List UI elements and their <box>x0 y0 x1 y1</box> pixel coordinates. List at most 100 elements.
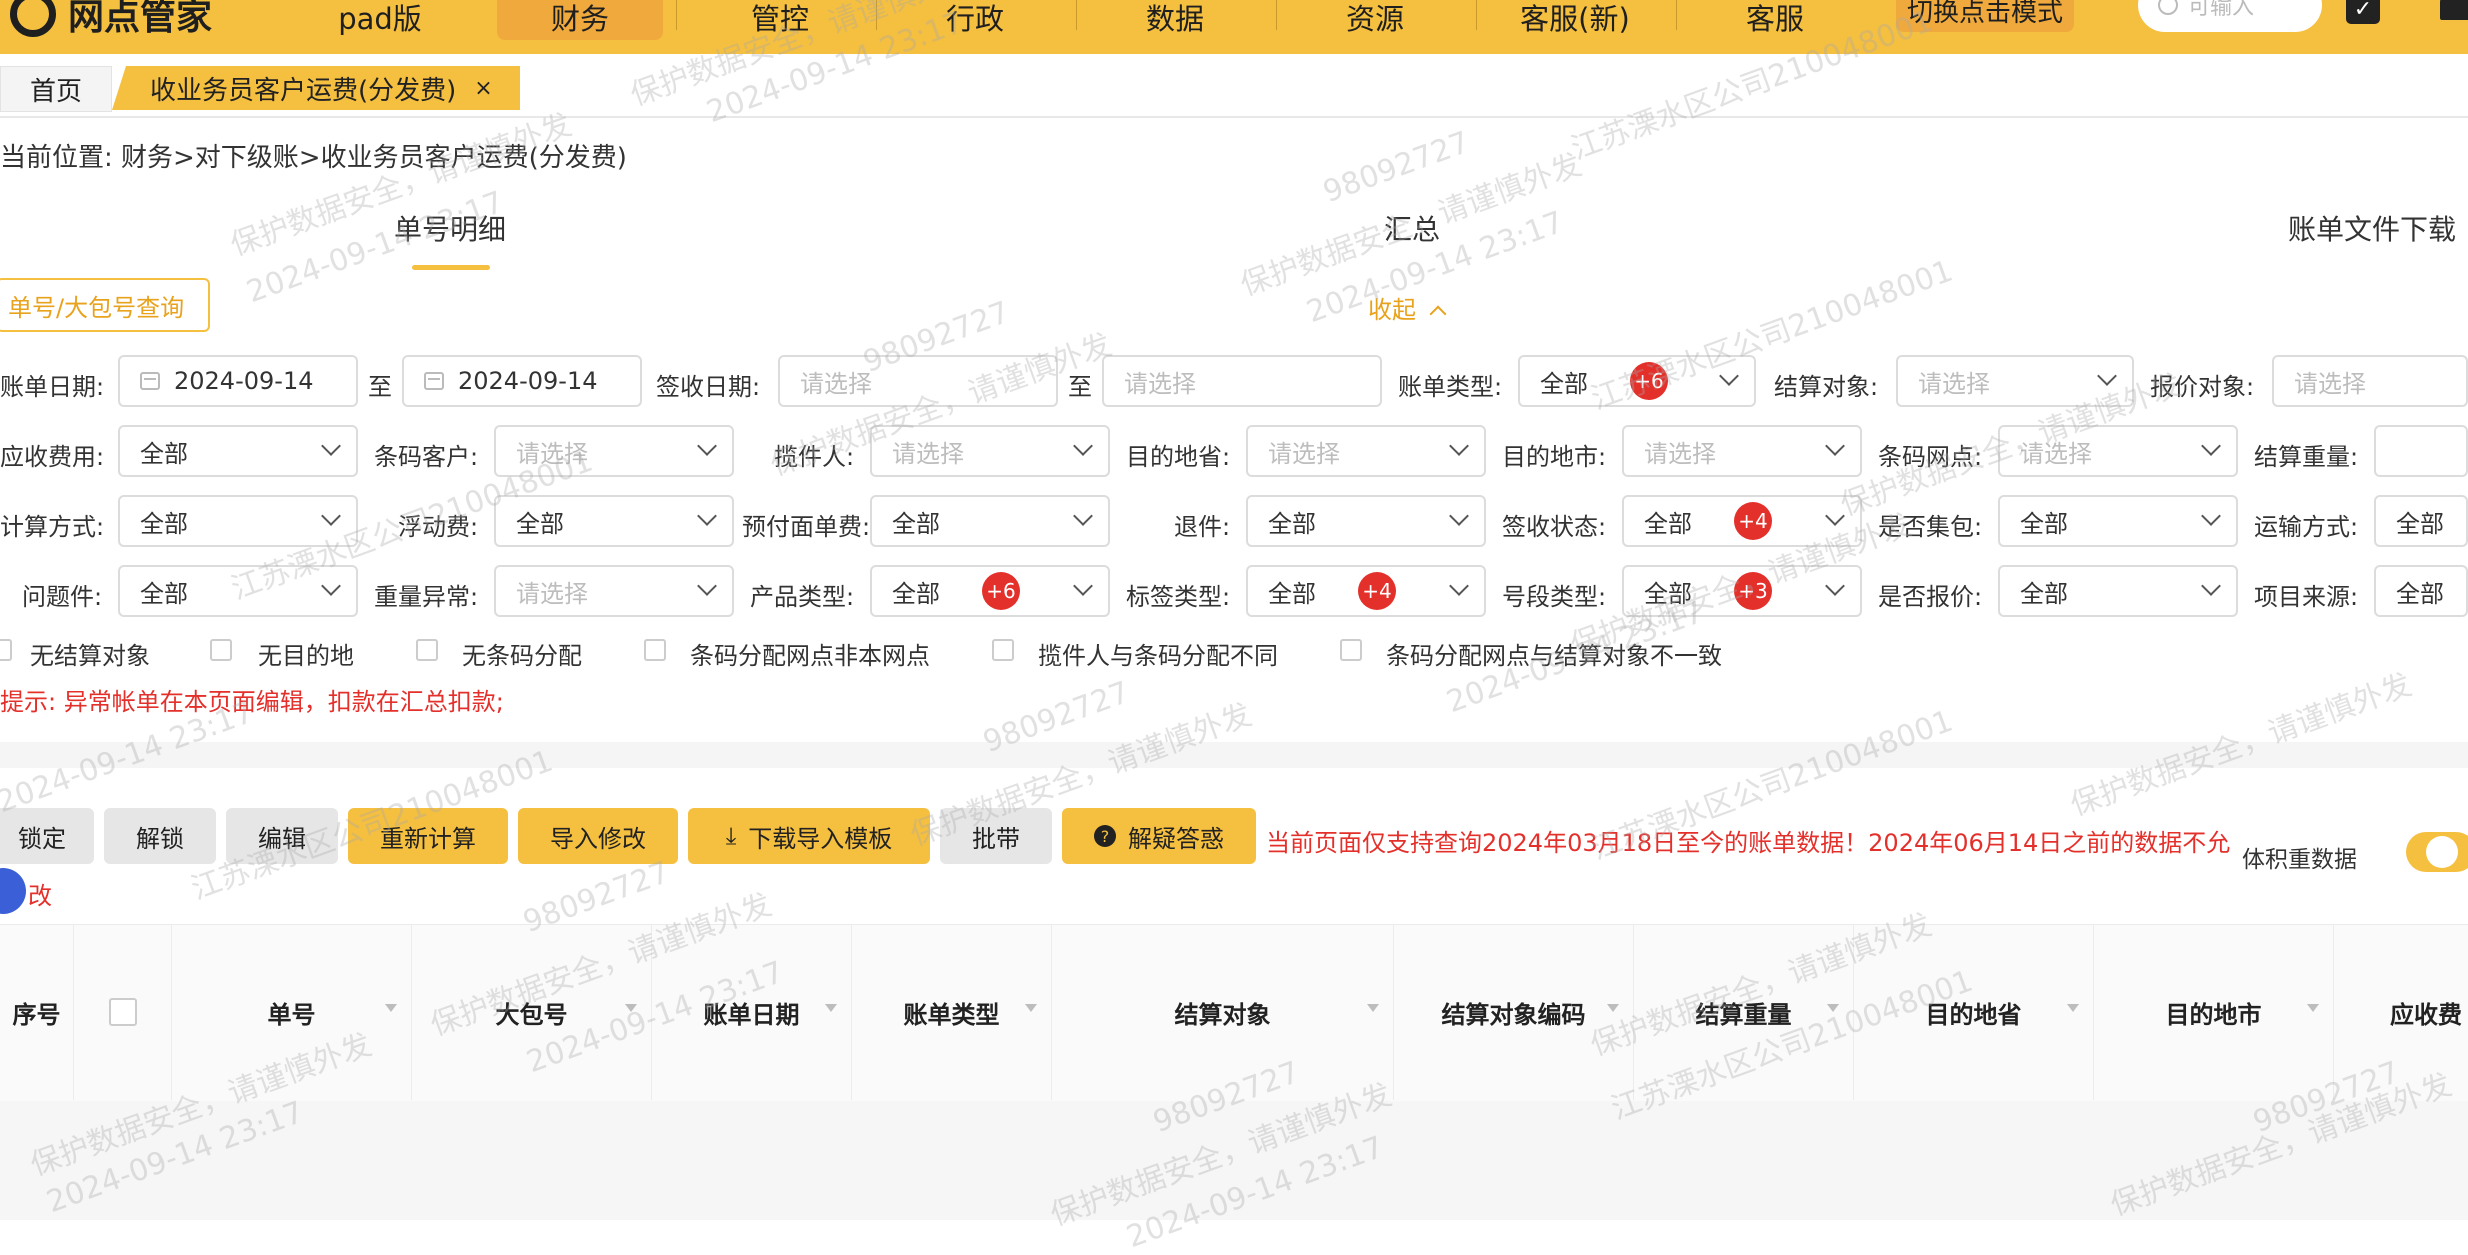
chevron-down-icon <box>321 576 341 596</box>
dest-city-select[interactable]: 请选择 <box>1622 425 1862 477</box>
order-query-button[interactable]: 单号/大包号查询 <box>0 278 210 332</box>
barcode-outlet-select[interactable]: 请选择 <box>1998 425 2238 477</box>
import-edit-button[interactable]: 导入修改 <box>518 808 678 864</box>
calc-method-value: 全部 <box>140 509 188 538</box>
close-icon[interactable]: × <box>474 76 492 101</box>
checkbox[interactable] <box>0 639 12 661</box>
bill-date-end-input[interactable]: 2024-09-14 <box>402 355 642 407</box>
select-all-checkbox[interactable] <box>108 998 137 1026</box>
calc-method-select[interactable]: 全部 <box>118 495 358 547</box>
bill-type-count-badge: +6 <box>1630 362 1668 400</box>
collector-select[interactable]: 请选择 <box>870 425 1110 477</box>
checkbox-label-collector-mismatch: 揽件人与条码分配不同 <box>1038 642 1278 670</box>
nav-item-pad[interactable]: pad版 <box>300 0 460 42</box>
nav-separator <box>1476 0 1477 30</box>
product-type-select[interactable]: 全部 +6 <box>870 565 1110 617</box>
nav-item-resources[interactable]: 资源 <box>1280 0 1470 42</box>
chevron-down-icon <box>697 436 717 456</box>
nav-item-finance[interactable]: 财务 <box>497 0 663 42</box>
column-header-index: 序号 <box>0 924 74 1100</box>
edit-button[interactable]: 编辑 <box>226 808 338 864</box>
tab-detail[interactable]: 单号明细 <box>394 208 506 248</box>
tab-home[interactable]: 首页 <box>0 66 112 112</box>
chevron-up-icon <box>1429 305 1447 323</box>
problem-select[interactable]: 全部 <box>118 565 358 617</box>
toggle-knob <box>2426 836 2458 868</box>
column-header-dest-city[interactable]: 目的地市 <box>2094 924 2334 1100</box>
checkbox[interactable] <box>210 639 232 661</box>
checkbox[interactable] <box>644 639 666 661</box>
settle-object-select[interactable]: 请选择 <box>1896 355 2134 407</box>
switch-click-mode-button[interactable]: 切换点击模式 <box>1896 0 2074 32</box>
checkbox-label-no-destination: 无目的地 <box>258 642 354 670</box>
label-is-bundle: 是否集包: <box>1878 513 1983 541</box>
label-type-select[interactable]: 全部 +4 <box>1246 565 1486 617</box>
sort-icon <box>1367 1004 1379 1012</box>
column-header-bill-date[interactable]: 账单日期 <box>652 924 852 1100</box>
recalculate-button[interactable]: 重新计算 <box>348 808 508 864</box>
nav-item-service-new[interactable]: 客服(新) <box>1480 0 1670 42</box>
column-header-bill-type[interactable]: 账单类型 <box>852 924 1052 1100</box>
column-header-settle-code[interactable]: 结算对象编码 <box>1394 924 1634 1100</box>
sign-status-select[interactable]: 全部 +4 <box>1622 495 1862 547</box>
batch-button[interactable]: 批带 <box>940 808 1052 864</box>
bill-type-select[interactable]: 全部 +6 <box>1518 355 1756 407</box>
download-template-button[interactable]: ⤓ 下载导入模板 <box>688 808 930 864</box>
weight-abnormal-select[interactable]: 请选择 <box>494 565 734 617</box>
label-is-quoted: 是否报价: <box>1878 583 1983 611</box>
label-bill-date: 账单日期: <box>0 373 105 401</box>
checkbox-icon[interactable]: ✓ <box>2346 0 2380 24</box>
column-header-dest-province[interactable]: 目的地省 <box>1854 924 2094 1100</box>
barcode-customer-select[interactable]: 请选择 <box>494 425 734 477</box>
barcode-customer-value: 请选择 <box>516 439 588 468</box>
label-sign-status: 签收状态: <box>1502 513 1607 541</box>
transport-select[interactable]: 全部 <box>2374 495 2468 547</box>
column-header-settle-object[interactable]: 结算对象 <box>1052 924 1394 1100</box>
top-search-input[interactable]: 可输入 <box>2138 0 2322 32</box>
collapse-toggle[interactable]: 收起 <box>1368 290 1447 325</box>
bell-icon[interactable] <box>2440 0 2468 20</box>
is-bundle-select[interactable]: 全部 <box>1998 495 2238 547</box>
tab-bill-download[interactable]: 账单文件下载 <box>2288 208 2456 248</box>
unlock-button[interactable]: 解锁 <box>104 808 216 864</box>
checkbox[interactable] <box>1340 639 1362 661</box>
return-select[interactable]: 全部 <box>1246 495 1486 547</box>
nav-item-data[interactable]: 数据 <box>1080 0 1270 42</box>
tab-summary[interactable]: 汇总 <box>1384 208 1440 248</box>
tab-current[interactable]: 收业务员客户运费(分发费) × <box>112 66 520 110</box>
prepay-fee-select[interactable]: 全部 <box>870 495 1110 547</box>
column-header-receivable[interactable]: 应收费 <box>2334 924 2468 1100</box>
column-header-order-no[interactable]: 单号 <box>172 924 412 1100</box>
project-source-select[interactable]: 全部 <box>2374 565 2468 617</box>
column-header-settle-weight[interactable]: 结算重量 <box>1634 924 1854 1100</box>
label-to: 至 <box>1068 373 1092 401</box>
dest-province-select[interactable]: 请选择 <box>1246 425 1486 477</box>
float-fee-select[interactable]: 全部 <box>494 495 734 547</box>
watermark: 98092727 <box>1318 124 1475 211</box>
faq-button[interactable]: ? 解疑答惑 <box>1062 808 1256 864</box>
segment-type-select[interactable]: 全部 +3 <box>1622 565 1862 617</box>
receivable-fee-select[interactable]: 全部 <box>118 425 358 477</box>
sign-date-start-input[interactable]: 请选择 <box>778 355 1058 407</box>
bill-date-start-input[interactable]: 2024-09-14 <box>118 355 358 407</box>
sign-date-end-input[interactable]: 请选择 <box>1102 355 1382 407</box>
nav-item-service[interactable]: 客服 <box>1680 0 1870 42</box>
label-project-source: 项目来源: <box>2254 583 2359 611</box>
checkbox[interactable] <box>992 639 1014 661</box>
search-icon <box>2158 0 2178 15</box>
checkbox[interactable] <box>416 639 438 661</box>
nav-item-admin[interactable]: 行政 <box>880 0 1070 42</box>
volume-weight-label: 体积重数据 <box>2242 847 2357 873</box>
chevron-down-icon <box>1073 506 1093 526</box>
column-header-bag-no[interactable]: 大包号 <box>412 924 652 1100</box>
prepay-fee-value: 全部 <box>892 509 940 538</box>
quote-object-select[interactable]: 请选择 <box>2272 355 2468 407</box>
settle-weight-input[interactable] <box>2374 425 2468 477</box>
nav-item-control[interactable]: 管控 <box>680 0 880 42</box>
sign-status-count-badge: +4 <box>1734 502 1772 540</box>
sort-icon <box>2067 1004 2079 1012</box>
is-quoted-select[interactable]: 全部 <box>1998 565 2238 617</box>
lock-button[interactable]: 锁定 <box>0 808 94 864</box>
app-logo[interactable]: 网点管家 <box>10 0 212 40</box>
floating-assistant-icon[interactable] <box>0 868 26 914</box>
